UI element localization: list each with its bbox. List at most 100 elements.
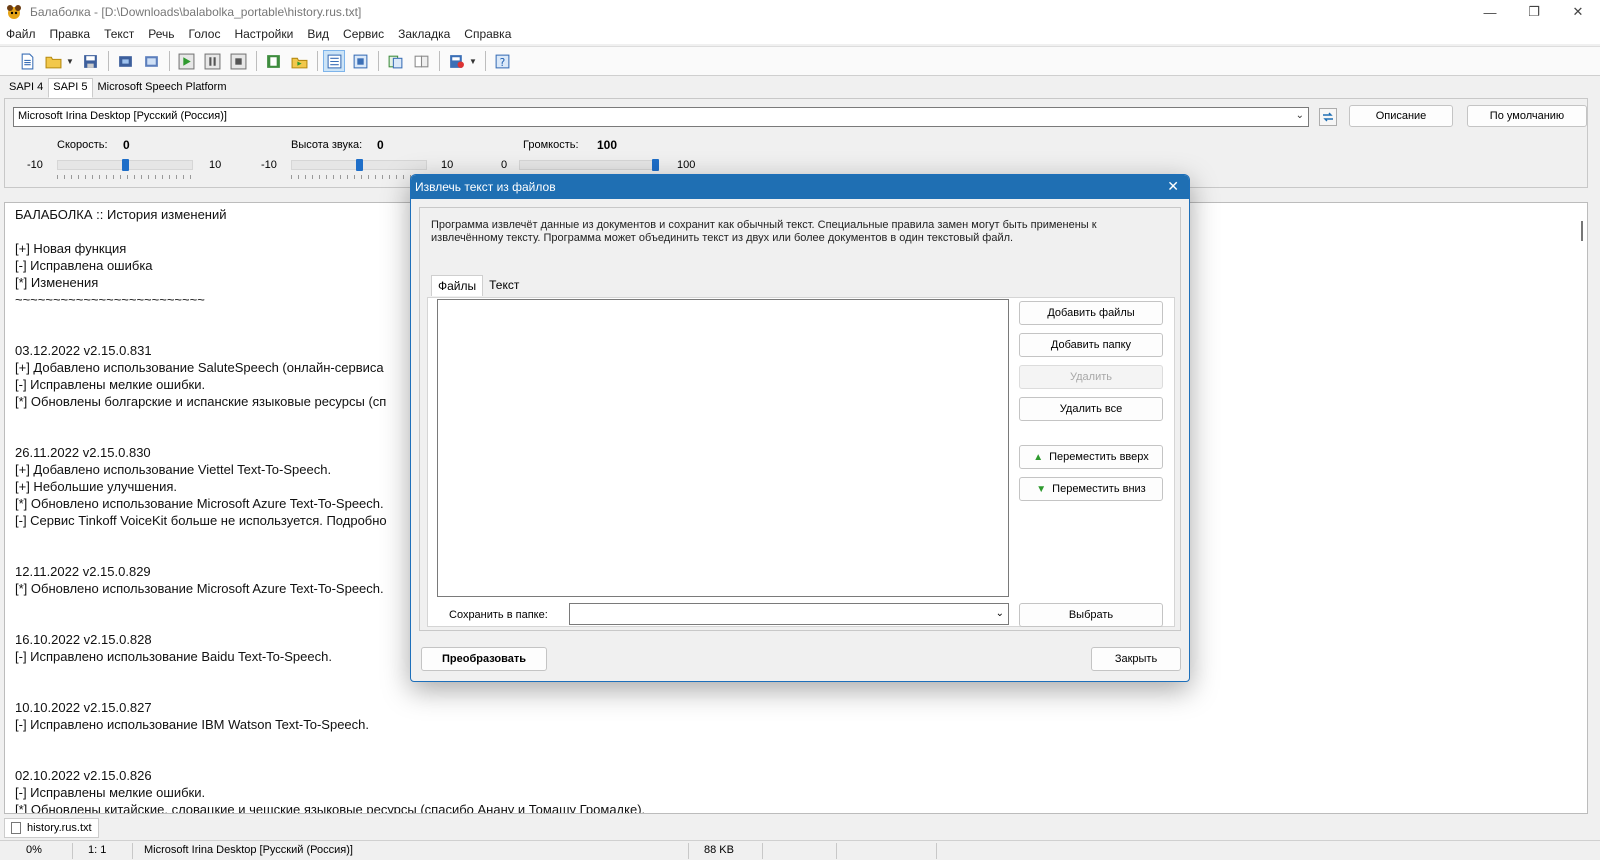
help-icon[interactable]: ? (491, 50, 513, 72)
menu-help[interactable]: Справка (464, 27, 511, 41)
read-clipboard-icon[interactable] (262, 50, 284, 72)
status-divider (836, 843, 837, 859)
move-up-button[interactable]: ▲ Переместить вверх (1019, 445, 1163, 469)
sapi-tabs: SAPI 4 SAPI 5 Microsoft Speech Platform (4, 78, 232, 98)
toolbar: ▼ ▼ ? (0, 46, 1600, 76)
add-folder-button[interactable]: Добавить папку (1019, 333, 1163, 357)
extract-text-icon[interactable] (323, 50, 345, 72)
volume-label: Громкость: (523, 139, 579, 151)
tab-sapi4[interactable]: SAPI 4 (4, 78, 48, 98)
arrow-down-icon: ▼ (1036, 483, 1047, 495)
text-line: [-] Сервис Tinkoff VoiceKit больше не ис… (15, 513, 387, 528)
delete-all-button[interactable]: Удалить все (1019, 397, 1163, 421)
delete-button[interactable]: Удалить (1019, 365, 1163, 389)
read-file-icon[interactable] (288, 50, 310, 72)
text-line: [-] Исправлены мелкие ошибки. (15, 785, 206, 800)
text-line: [-] Исправлено использование Baidu Text-… (15, 649, 332, 664)
minimize-icon[interactable]: — (1468, 0, 1512, 24)
menu-view[interactable]: Вид (307, 27, 329, 41)
chevron-down-icon: ⌄ (1295, 110, 1304, 121)
file-list[interactable] (437, 299, 1009, 597)
save-audio-icon[interactable] (114, 50, 136, 72)
menu-text[interactable]: Текст (104, 27, 134, 41)
move-down-button[interactable]: ▼ Переместить вниз (1019, 477, 1163, 501)
text-line: ~~~~~~~~~~~~~~~~~~~~~~~~~ (15, 292, 205, 307)
chevron-down-icon[interactable]: ▼ (66, 57, 74, 66)
open-folder-icon[interactable] (42, 50, 64, 72)
swap-voice-icon[interactable] (1319, 108, 1337, 126)
document-tab-label: history.rus.txt (27, 822, 92, 834)
stop-icon[interactable] (227, 50, 249, 72)
close-icon[interactable]: ✕ (1556, 0, 1600, 24)
status-voice: Microsoft Irina Desktop [Русский (Россия… (144, 844, 353, 856)
document-view-icon[interactable] (349, 50, 371, 72)
add-files-button[interactable]: Добавить файлы (1019, 301, 1163, 325)
text-line: [+] Новая функция (15, 241, 127, 256)
description-button[interactable]: Описание (1349, 105, 1453, 127)
chevron-down-icon[interactable]: ▼ (469, 57, 477, 66)
new-file-icon[interactable] (16, 50, 38, 72)
dictionary-icon[interactable] (445, 50, 467, 72)
close-button[interactable]: Закрыть (1091, 647, 1181, 671)
status-size: 88 KB (704, 844, 734, 856)
text-line: [-] Исправлены мелкие ошибки. (15, 377, 206, 392)
pitch-slider-thumb[interactable] (355, 159, 363, 171)
menu-speech[interactable]: Речь (148, 27, 174, 41)
dialog-title-bar: Извлечь текст из файлов ✕ (411, 175, 1189, 199)
app-logo-icon (7, 5, 21, 19)
svg-text:?: ? (499, 55, 505, 68)
split-audio-icon[interactable] (140, 50, 162, 72)
tab-sapi5[interactable]: SAPI 5 (48, 78, 93, 98)
status-divider (132, 843, 133, 859)
save-folder-combo[interactable]: ⌄ (569, 603, 1009, 625)
dialog-title: Извлечь текст из файлов (415, 180, 556, 194)
text-line: [-] Исправлено использование IBM Watson … (15, 717, 369, 732)
browse-button[interactable]: Выбрать (1019, 603, 1163, 627)
default-button[interactable]: По умолчанию (1467, 105, 1587, 127)
tab-text[interactable]: Текст (483, 275, 525, 296)
status-divider (762, 843, 763, 859)
menu-voice[interactable]: Голос (189, 27, 221, 41)
chevron-down-icon: ⌄ (995, 608, 1004, 619)
tab-files[interactable]: Файлы (431, 275, 484, 296)
restore-icon[interactable]: ❐ (1512, 0, 1556, 24)
close-icon[interactable]: ✕ (1167, 178, 1179, 195)
rate-value: 0 (123, 138, 130, 152)
compare-icon[interactable] (410, 50, 432, 72)
title-bar: Балаболка - [D:\Downloads\balabolka_port… (0, 0, 1600, 24)
play-icon[interactable] (175, 50, 197, 72)
menu-service[interactable]: Сервис (343, 27, 384, 41)
save-folder-label: Сохранить в папке: (449, 609, 548, 621)
status-progress: 0% (26, 844, 42, 856)
convert-icon[interactable] (384, 50, 406, 72)
menu-file[interactable]: Файл (6, 27, 36, 41)
toolbar-separator (108, 51, 109, 71)
rate-slider-thumb[interactable] (121, 159, 129, 171)
volume-value: 100 (597, 138, 618, 152)
menu-edit[interactable]: Правка (50, 27, 91, 41)
rate-label: Скорость: (57, 139, 108, 151)
toolbar-separator (378, 51, 379, 71)
text-line: [+] Добавлено использование SaluteSpeech… (15, 360, 384, 375)
rate-min: -10 (27, 159, 43, 171)
file-icon (11, 822, 21, 834)
vertical-scrollbar[interactable] (1573, 203, 1587, 813)
voice-select[interactable]: Microsoft Irina Desktop [Русский (Россия… (13, 107, 1309, 127)
text-line: 26.11.2022 v2.15.0.830 (15, 445, 151, 460)
toolbar-separator (317, 51, 318, 71)
text-line: [+] Добавлено использование Viettel Text… (15, 462, 332, 477)
volume-track (519, 160, 659, 170)
document-tab[interactable]: history.rus.txt (4, 818, 99, 838)
convert-button[interactable]: Преобразовать (421, 647, 547, 671)
tab-speech-platform[interactable]: Microsoft Speech Platform (93, 78, 232, 98)
move-up-label: Переместить вверх (1049, 451, 1149, 463)
scrollbar-thumb[interactable] (1581, 221, 1583, 241)
pause-icon[interactable] (201, 50, 223, 72)
menu-bookmark[interactable]: Закладка (398, 27, 450, 41)
toolbar-separator (169, 51, 170, 71)
window-title: Балаболка - [D:\Downloads\balabolka_port… (30, 5, 362, 19)
volume-slider-thumb[interactable] (652, 159, 659, 171)
pitch-label: Высота звука: (291, 139, 363, 151)
save-icon[interactable] (79, 50, 101, 72)
menu-settings[interactable]: Настройки (234, 27, 293, 41)
